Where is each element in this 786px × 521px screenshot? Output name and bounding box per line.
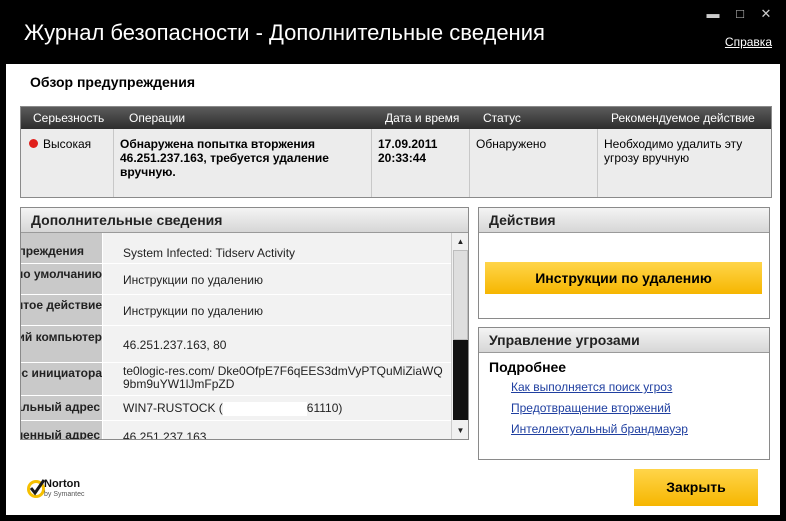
window-title: Журнал безопасности - Дополнительные све… — [24, 20, 545, 45]
more-info-heading: Подробнее — [489, 359, 567, 375]
detail-row: Локальный адрес WIN7-RUSTOCK (61110) — [21, 396, 452, 421]
operation-cell: Обнаружена попытка вторжения 46.251.237.… — [120, 137, 329, 179]
detail-value: 46.251.237.163, 80 — [103, 326, 452, 362]
detail-key: Удаленный адрес — [21, 421, 102, 439]
actions-panel: Действия Инструкции по удалению — [478, 207, 770, 319]
scroll-thumb[interactable] — [453, 340, 468, 420]
details-panel-title: Дополнительные сведения — [21, 208, 468, 233]
detail-value: te0logic-res.com/ Dke0OfpE7F6qEES3dmVyPT… — [103, 363, 452, 395]
minimize-icon[interactable]: ▬ — [705, 6, 721, 22]
content-area: Обзор предупреждения Серьезность Операци… — [6, 64, 780, 515]
details-panel: Дополнительные сведения предупреждения S… — [20, 207, 469, 440]
status-cell: Обнаружено — [476, 137, 547, 151]
detail-key: URL-адрес инициатора — [21, 363, 102, 395]
column-severity[interactable]: Серьезность — [33, 107, 105, 129]
detail-key: Атакующий компьютер — [21, 326, 102, 362]
overview-title: Обзор предупреждения — [30, 74, 196, 90]
detail-row: Удаленный адрес 46.251.237.163 — [21, 421, 452, 439]
actions-panel-title: Действия — [479, 208, 769, 233]
close-button[interactable]: Закрыть — [634, 469, 758, 506]
recommended-action-cell: Необходимо удалить эту угрозу вручную — [604, 137, 743, 165]
norton-logo: Norton by Symantec — [26, 476, 116, 506]
title-bar: Журнал безопасности - Дополнительные све… — [0, 0, 786, 64]
datetime-cell: 17.09.2011 20:33:44 — [372, 129, 469, 197]
detail-key: Локальный адрес — [21, 396, 102, 420]
link-smart-firewall[interactable]: Интеллектуальный брандмауэр — [511, 422, 688, 436]
help-link[interactable]: Справка — [725, 35, 772, 49]
detail-value: System Infected: Tidserv Activity — [103, 233, 452, 263]
detail-value: Инструкции по удалению — [103, 264, 452, 294]
detail-row: Атакующий компьютер 46.251.237.163, 80 — [21, 326, 452, 363]
severity-cell: Высокая — [23, 129, 113, 197]
column-recommended-action[interactable]: Рекомендуемое действие — [611, 107, 755, 129]
detail-key: Предпринятое действие — [21, 295, 102, 325]
detail-row: URL-адрес инициатора te0logic-res.com/ D… — [21, 363, 452, 396]
column-operations[interactable]: Операции — [129, 107, 186, 129]
threat-management-title: Управление угрозами — [479, 328, 769, 353]
column-datetime[interactable]: Дата и время — [385, 107, 460, 129]
scroll-track[interactable] — [453, 250, 468, 340]
norton-wordmark: Norton — [44, 478, 81, 490]
alert-table: Серьезность Операции Дата и время Статус… — [20, 106, 772, 198]
removal-instructions-button[interactable]: Инструкции по удалению — [485, 262, 762, 294]
detail-key: Действие по умолчанию — [21, 264, 102, 294]
redacted-block — [222, 401, 307, 416]
detail-key: предупреждения — [21, 233, 102, 263]
scroll-down-icon[interactable]: ▼ — [452, 422, 468, 439]
link-intrusion-prevention[interactable]: Предотвращение вторжений — [511, 401, 671, 415]
details-scrollbar[interactable]: ▲ ▼ — [451, 233, 468, 439]
detail-value: Инструкции по удалению — [103, 295, 452, 325]
threat-management-panel: Управление угрозами Подробнее Как выполн… — [478, 327, 770, 460]
link-threat-scanning[interactable]: Как выполняется поиск угроз — [511, 380, 672, 394]
severity-value: Высокая — [43, 137, 92, 151]
detail-row: Предпринятое действие Инструкции по удал… — [21, 295, 452, 326]
severity-indicator-icon — [29, 139, 38, 149]
detail-value: 46.251.237.163 — [103, 421, 452, 439]
detail-value: WIN7-RUSTOCK (61110) — [103, 396, 452, 420]
maximize-icon[interactable]: □ — [732, 6, 748, 22]
norton-subtext: by Symantec — [44, 491, 85, 498]
detail-row: Действие по умолчанию Инструкции по удал… — [21, 264, 452, 295]
detail-row: предупреждения System Infected: Tidserv … — [21, 233, 452, 264]
scroll-up-icon[interactable]: ▲ — [452, 233, 468, 250]
alert-time: 20:33:44 — [378, 151, 427, 165]
column-status[interactable]: Статус — [483, 107, 521, 129]
alert-date: 17.09.2011 — [378, 137, 438, 151]
close-icon[interactable]: ✕ — [758, 6, 774, 22]
